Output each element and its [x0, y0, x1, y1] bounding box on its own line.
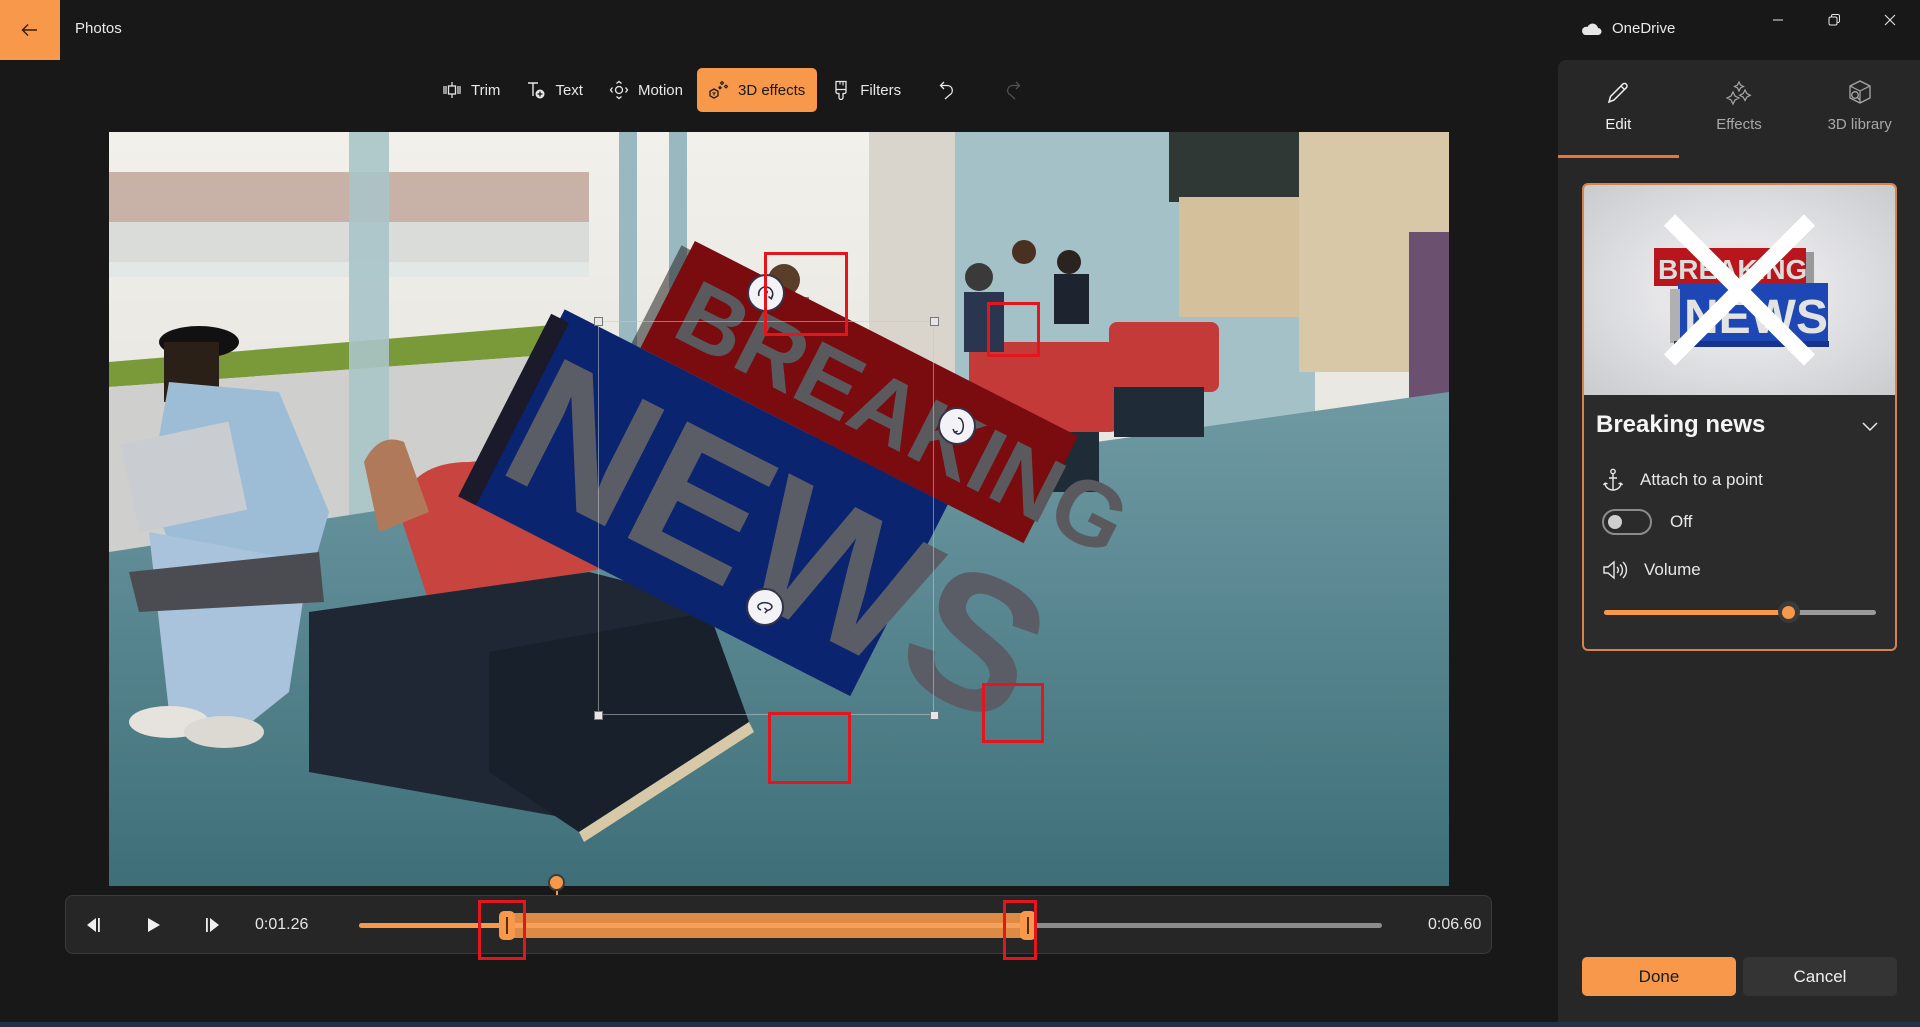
effect-clip-line: [507, 923, 1037, 928]
step-back-icon: [87, 918, 100, 932]
attach-to-point-row: Attach to a point: [1602, 468, 1763, 492]
speaker-volume-icon: [1603, 560, 1628, 580]
timeline-played: [359, 923, 507, 928]
attach-toggle[interactable]: [1602, 509, 1652, 535]
playback-bar: 0:01.26 0:06.60: [65, 895, 1492, 960]
side-panel: Edit Effects 3D library BREAKING NEWS Br…: [1558, 60, 1920, 1027]
close-window-button[interactable]: [1862, 0, 1918, 40]
cancel-button[interactable]: Cancel: [1743, 957, 1897, 996]
effect-thumbnail[interactable]: BREAKING NEWS: [1584, 185, 1895, 395]
panel-tabs: Edit Effects 3D library: [1558, 60, 1920, 158]
rotate-y-handle[interactable]: [938, 407, 976, 445]
trim-tool-button[interactable]: Trim: [430, 68, 512, 112]
minimize-button[interactable]: [1750, 0, 1806, 40]
text-add-icon: [528, 82, 545, 99]
done-button[interactable]: Done: [1582, 957, 1736, 996]
previous-frame-button[interactable]: [80, 912, 106, 938]
volume-slider-fill: [1604, 610, 1789, 615]
volume-slider[interactable]: [1604, 601, 1876, 623]
cloud-icon: [1582, 23, 1602, 35]
tab-edit-label: Edit: [1605, 116, 1632, 133]
minimize-icon: [1773, 19, 1783, 21]
3d-effects-tool-button[interactable]: 3D effects: [696, 68, 818, 112]
rotate-x-handle[interactable]: [747, 274, 785, 312]
rotate-clockwise-icon: [757, 286, 774, 301]
tab-3d-library[interactable]: 3D library: [1799, 60, 1920, 158]
trim-icon: [443, 82, 461, 98]
cube-search-icon: [1849, 80, 1871, 104]
undo-button[interactable]: [915, 68, 979, 112]
volume-slider-thumb[interactable]: [1777, 601, 1800, 623]
tab-effects-label: Effects: [1716, 116, 1762, 133]
volume-row: Volume: [1602, 559, 1701, 581]
end-time: 0:06.60: [1428, 916, 1482, 933]
attach-toggle-row: Off: [1602, 509, 1692, 535]
clip-end-handle[interactable]: [1020, 911, 1036, 940]
edit-toolbar: Trim Text Motion 3D effects Filters: [430, 67, 1047, 113]
filters-brush-icon: [835, 80, 847, 100]
tab-edit[interactable]: Edit: [1558, 60, 1679, 158]
chevron-down-icon[interactable]: [1859, 415, 1881, 437]
onedrive-button[interactable]: OneDrive: [1580, 20, 1675, 37]
rotate-vertical-icon: [952, 417, 965, 435]
motion-icon: [609, 80, 629, 100]
text-tool-button[interactable]: Text: [514, 68, 595, 112]
effect-card: BREAKING NEWS Breaking news Attach to a …: [1582, 183, 1897, 651]
anchor-icon: [1602, 468, 1624, 491]
title-bar: Photos OneDrive: [0, 0, 1920, 60]
restore-icon: [1828, 14, 1840, 26]
breaking-news-3d-object[interactable]: BREAKING NEWS: [109, 132, 1449, 886]
text-label: Text: [555, 81, 583, 99]
taskbar-edge: [0, 1022, 1920, 1027]
back-button[interactable]: [0, 0, 60, 60]
filters-tool-button[interactable]: Filters: [819, 68, 913, 112]
tab-effects[interactable]: Effects: [1679, 60, 1800, 158]
volume-label: Volume: [1644, 560, 1701, 579]
undo-icon: [939, 81, 954, 100]
motion-label: Motion: [637, 81, 683, 99]
resize-handle-top-right[interactable]: [930, 317, 939, 326]
play-icon: [148, 918, 160, 932]
trim-label: Trim: [471, 81, 501, 99]
step-forward-icon: [206, 918, 219, 932]
onedrive-label: OneDrive: [1612, 20, 1676, 37]
close-icon: [1884, 14, 1896, 26]
play-button[interactable]: [140, 912, 166, 938]
rotate-z-handle[interactable]: [746, 588, 784, 626]
clip-start-handle[interactable]: [499, 911, 515, 940]
playhead-knob[interactable]: [548, 874, 565, 891]
attach-toggle-state: Off: [1670, 512, 1693, 531]
arrow-left-icon: [21, 24, 37, 36]
rotate-horizontal-icon: [757, 601, 773, 614]
motion-tool-button[interactable]: Motion: [597, 68, 695, 112]
app-title: Photos: [75, 20, 122, 37]
resize-handle-bottom-right[interactable]: [930, 711, 939, 720]
current-time: 0:01.26: [255, 916, 309, 933]
pencil-icon: [1608, 82, 1629, 104]
remove-effect-close-icon[interactable]: [1584, 185, 1895, 395]
3d-effects-icon: [709, 80, 729, 99]
sparkles-icon: [1725, 80, 1752, 106]
redo-icon: [1007, 81, 1021, 100]
resize-handle-bottom-left[interactable]: [594, 711, 603, 720]
video-canvas[interactable]: BREAKING NEWS: [109, 132, 1449, 886]
next-frame-button[interactable]: [200, 912, 226, 938]
attach-label: Attach to a point: [1640, 470, 1763, 489]
effect-title: Breaking news: [1596, 411, 1766, 438]
tab-3d-library-label: 3D library: [1827, 116, 1892, 133]
resize-handle-top-left[interactable]: [594, 317, 603, 326]
3d-effects-label: 3D effects: [737, 81, 806, 99]
filters-label: Filters: [860, 81, 902, 99]
redo-button[interactable]: [981, 68, 1045, 112]
restore-button[interactable]: [1806, 0, 1862, 40]
